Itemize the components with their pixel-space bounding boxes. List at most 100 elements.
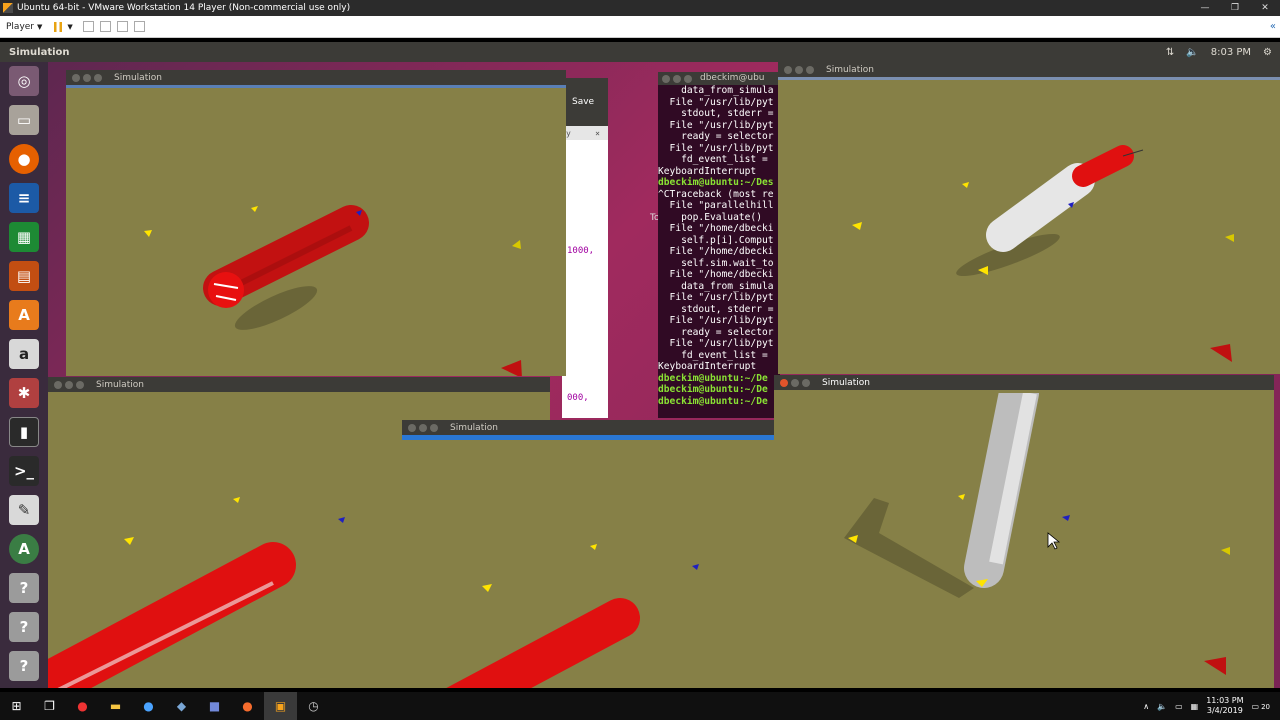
origin-icon[interactable]: ● <box>231 692 264 720</box>
food-marker <box>590 544 597 550</box>
window-title: Simulation <box>826 64 874 75</box>
terminal-line: ready = selector <box>658 131 774 142</box>
simulation-viewport <box>144 205 522 376</box>
food-marker <box>852 222 862 230</box>
terminal-line: File "/usr/lib/pyt <box>658 142 774 154</box>
terminal-window[interactable]: dbeckim@ubu data_from_simula File "/usr/… <box>658 72 780 418</box>
editor-tab[interactable]: y × <box>562 126 608 140</box>
calc-icon[interactable]: ▦ <box>9 222 39 252</box>
unity-icon[interactable] <box>133 21 145 32</box>
vmware-icon <box>3 3 13 13</box>
simulation-window-1[interactable]: Simulation <box>66 70 566 376</box>
terminal-line: pop.Evaluate() <box>658 211 762 223</box>
save-button[interactable]: Save <box>572 97 594 107</box>
app-icon[interactable]: ● <box>132 692 165 720</box>
writer-icon[interactable]: ≡ <box>9 183 39 213</box>
system-tray: ∧ 🔈 ▭ ▦ 11:03 PM 3/4/2019 ▭ 20 <box>1143 696 1270 716</box>
terminal-line: dbeckim@ubuntu:~/De <box>658 395 768 407</box>
simulation-window-3[interactable]: Simulation <box>402 420 774 688</box>
editor-header: Save <box>562 78 608 126</box>
robot-body <box>446 598 640 688</box>
terminal-line: dbeckim@ubuntu:~/De <box>658 384 768 395</box>
file-explorer-icon[interactable]: ▬ <box>99 692 132 720</box>
panel-clock[interactable]: 8:03 PM <box>1211 47 1251 58</box>
discord-icon[interactable]: ■ <box>198 692 231 720</box>
system-settings-icon[interactable]: ✱ <box>9 378 39 408</box>
send-ctrl-alt-del-icon[interactable] <box>82 21 94 32</box>
update-icon[interactable]: A <box>9 534 39 564</box>
chevron-down-icon[interactable]: ▼ <box>67 23 72 31</box>
unknown-app-icon[interactable]: ? <box>9 573 39 603</box>
simulation-viewport <box>446 544 699 688</box>
terminal-line: File "/usr/lib/pyt <box>658 292 774 303</box>
robot-body <box>48 542 296 688</box>
amazon-icon[interactable]: a <box>9 339 39 369</box>
clock-date: 3/4/2019 <box>1206 706 1243 715</box>
vmware-window-title: Ubuntu 64-bit - VMware Workstation 14 Pl… <box>17 3 351 13</box>
unknown-app-icon[interactable]: ? <box>9 612 39 642</box>
notification-icon[interactable]: ▭ 20 <box>1252 702 1270 711</box>
pause-icon[interactable] <box>54 21 64 32</box>
vmware-toolbar: Player ▼ ▼ « <box>0 16 1280 38</box>
simulation-viewport <box>844 393 1230 675</box>
chrome-icon[interactable]: ● <box>66 692 99 720</box>
window-title: Simulation <box>114 72 162 83</box>
editor-code-value: 1000, <box>567 246 595 256</box>
impress-icon[interactable]: ▤ <box>9 261 39 291</box>
terminal-line: File "/usr/lib/pyt <box>658 119 774 131</box>
terminal-line: File "/usr/lib/pyt <box>658 338 774 349</box>
volume-icon[interactable]: 🔈 <box>1186 47 1198 58</box>
simulation-window-5[interactable]: Simulation <box>774 375 1274 688</box>
clock-app-icon[interactable]: ◷ <box>297 692 330 720</box>
active-app-title: Simulation <box>9 46 70 58</box>
network-icon[interactable]: ▭ <box>1175 702 1183 711</box>
restore-button[interactable]: ❐ <box>1220 3 1250 13</box>
red-block <box>501 360 522 376</box>
terminal-icon-2[interactable]: >_ <box>9 456 39 486</box>
unknown-app-icon[interactable]: ? <box>9 651 39 681</box>
robot-body <box>986 163 1095 252</box>
close-button[interactable]: ✕ <box>1250 3 1280 13</box>
red-block <box>1204 657 1226 675</box>
chevron-up-icon[interactable]: ∧ <box>1143 702 1149 711</box>
files-icon[interactable]: ▭ <box>9 105 39 135</box>
terminal-line: dbeckim@ubuntu:~/De <box>658 372 768 384</box>
windows-taskbar: ⊞ ❐ ● ▬ ● ◆ ■ ● ▣ ◷ ∧ 🔈 ▭ ▦ 11:03 PM 3/4… <box>0 692 1280 720</box>
firefox-icon[interactable]: ● <box>9 144 39 174</box>
terminal-line: KeyboardInterrupt <box>658 165 757 177</box>
terminal-line: self.sim.wait_to <box>658 257 774 269</box>
task-view-icon[interactable]: ❐ <box>33 692 66 720</box>
network-icon[interactable]: ⇅ <box>1166 47 1174 58</box>
terminal-output: data_from_simula File "/usr/lib/pyt stdo… <box>658 85 780 407</box>
taskbar-clock[interactable]: 11:03 PM 3/4/2019 <box>1206 696 1243 716</box>
terminal-line: ^CTraceback (most re <box>658 188 774 200</box>
minimize-button[interactable]: — <box>1190 3 1220 13</box>
food-marker <box>251 206 258 212</box>
steam-icon[interactable]: ◆ <box>165 692 198 720</box>
software-center-icon[interactable]: A <box>9 300 39 330</box>
dash-icon[interactable]: ◎ <box>9 66 39 96</box>
terminal-line: stdout, stderr = <box>658 108 774 119</box>
removable-devices-icon[interactable] <box>99 21 111 32</box>
food-marker <box>124 537 134 545</box>
fullscreen-icon[interactable] <box>116 21 128 32</box>
terminal-line: KeyboardInterrupt <box>658 361 757 372</box>
food-marker <box>962 182 969 188</box>
ubuntu-launcher: ◎ ▭ ● ≡ ▦ ▤ A a ✱ ▮ >_ ✎ A ? ? ? <box>0 62 48 688</box>
close-icon[interactable]: × <box>595 129 600 138</box>
terminal-line: self.p[i].Comput <box>658 234 774 246</box>
window-title: Simulation <box>450 422 498 433</box>
terminal-line: data_from_simula <box>658 280 774 292</box>
vmware-taskbar-icon[interactable]: ▣ <box>264 692 297 720</box>
food-marker <box>1221 547 1230 555</box>
language-icon[interactable]: ▦ <box>1191 702 1199 711</box>
text-editor-icon[interactable]: ✎ <box>9 495 39 525</box>
gear-icon[interactable]: ⚙ <box>1263 47 1272 58</box>
windows-start-icon[interactable]: ⊞ <box>0 692 33 720</box>
double-chevron-left-icon[interactable]: « <box>1270 21 1276 32</box>
simulation-window-4[interactable]: Simulation <box>778 62 1280 374</box>
terminal-icon-1[interactable]: ▮ <box>9 417 39 447</box>
window-title: Simulation <box>96 379 144 390</box>
volume-icon[interactable]: 🔈 <box>1157 702 1167 711</box>
player-menu[interactable]: Player ▼ <box>6 22 42 32</box>
